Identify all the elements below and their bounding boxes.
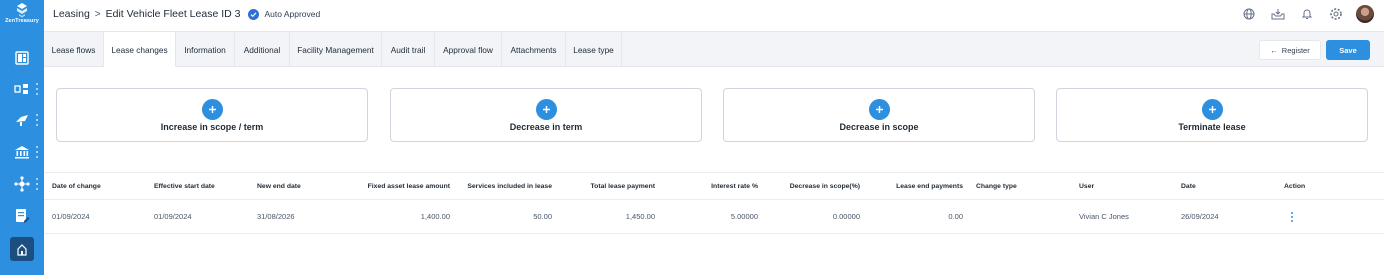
column-header-date-of-change[interactable]: Date of change xyxy=(52,173,101,200)
save-button[interactable]: Save xyxy=(1326,40,1370,60)
column-header-interest-rate[interactable]: Interest rate % xyxy=(657,173,758,200)
row-actions-kebab-icon[interactable] xyxy=(1291,212,1294,222)
column-header-total-lease-payment[interactable]: Total lease payment xyxy=(554,173,655,200)
top-header: Leasing > Edit Vehicle Fleet Lease ID 3 … xyxy=(44,0,1384,31)
sidebar-item-bank[interactable] xyxy=(0,139,44,165)
register-label: Register xyxy=(1281,45,1310,55)
card-label: Decrease in term xyxy=(509,122,583,132)
avatar[interactable] xyxy=(1356,5,1374,23)
sidebar-more-icon[interactable] xyxy=(35,114,39,126)
column-header-lease-end-payments[interactable]: Lease end payments xyxy=(862,173,963,200)
brand-logo[interactable]: ZenTreasury xyxy=(0,0,44,32)
card-decrease-scope[interactable]: Decrease in scope xyxy=(723,88,1035,142)
sidebar-more-icon[interactable] xyxy=(35,146,39,158)
card-increase-scope-term[interactable]: Increase in scope / term xyxy=(56,88,368,142)
leasing-icon xyxy=(17,244,27,256)
cell-date: 26/09/2024 xyxy=(1181,212,1219,221)
inbox-icon[interactable] xyxy=(1269,5,1287,23)
sidebar-more-icon[interactable] xyxy=(35,83,39,95)
tab-attachments[interactable]: Attachments xyxy=(502,32,566,67)
cell-lease-end-payments: 0.00 xyxy=(948,212,963,221)
status-text: Auto Approved xyxy=(264,9,321,19)
cell-effective-start-date: 01/09/2024 xyxy=(154,212,192,221)
status-badge: Auto Approved xyxy=(248,8,321,20)
sidebar-item-transactions[interactable] xyxy=(0,76,44,102)
tab-approval-flow[interactable]: Approval flow xyxy=(435,32,502,67)
sidebar: ZenTreasury xyxy=(0,0,44,275)
plus-icon[interactable] xyxy=(1202,99,1223,120)
breadcrumb-root[interactable]: Leasing xyxy=(53,8,90,20)
cell-user: Vivian C Jones xyxy=(1079,212,1129,221)
dashboard-icon xyxy=(15,51,29,65)
tab-lease-changes[interactable]: Lease changes xyxy=(104,32,176,67)
tab-lease-type[interactable]: Lease type xyxy=(566,32,622,67)
cell-date-of-change: 01/09/2024 xyxy=(52,212,90,221)
cell-decrease-in-scope: 0.00000 xyxy=(832,212,860,221)
plus-icon[interactable] xyxy=(536,99,557,120)
column-header-action: Action xyxy=(1284,183,1306,190)
tab-bar: Lease flows Lease changes Information Ad… xyxy=(44,31,1384,67)
cell-fixed-asset-lease-amount: 1,400.00 xyxy=(420,212,450,221)
bell-icon[interactable] xyxy=(1298,5,1316,23)
tab-lease-flows[interactable]: Lease flows xyxy=(44,32,104,67)
sidebar-more-icon[interactable] xyxy=(35,178,39,190)
table-header: Date of change Effective start date New … xyxy=(44,172,1384,200)
logo-icon xyxy=(17,3,27,18)
tab-additional[interactable]: Additional xyxy=(235,32,290,67)
register-button[interactable]: ← Register xyxy=(1259,40,1321,60)
check-circle-icon xyxy=(248,8,260,20)
gear-icon[interactable] xyxy=(1327,5,1345,23)
plus-icon[interactable] xyxy=(869,99,890,120)
plus-icon[interactable] xyxy=(202,99,223,120)
cell-interest-rate: 5.00000 xyxy=(730,212,758,221)
table-row[interactable]: 01/09/2024 01/09/2024 31/08/2026 1,400.0… xyxy=(44,200,1384,234)
cell-total-lease-payment: 1,450.00 xyxy=(625,212,655,221)
tab-audit-trail[interactable]: Audit trail xyxy=(382,32,435,67)
tab-facility-management[interactable]: Facility Management xyxy=(290,32,382,67)
card-decrease-term[interactable]: Decrease in term xyxy=(390,88,702,142)
card-label: Decrease in scope xyxy=(839,122,919,132)
breadcrumb-separator-icon: > xyxy=(94,8,101,20)
analytics-icon xyxy=(16,115,28,126)
sidebar-item-leasing[interactable] xyxy=(0,236,44,262)
report-edit-icon xyxy=(16,209,30,223)
bank-icon xyxy=(15,146,29,159)
column-header-effective-start-date[interactable]: Effective start date xyxy=(154,173,215,200)
column-header-services-included[interactable]: Services included in lease xyxy=(452,173,552,200)
column-header-new-end-date[interactable]: New end date xyxy=(257,173,301,200)
sidebar-item-dashboard[interactable] xyxy=(0,45,44,71)
brand-name: ZenTreasury xyxy=(5,18,39,24)
header-icons xyxy=(1229,5,1374,23)
column-header-user[interactable]: User xyxy=(1079,173,1094,200)
globe-icon[interactable] xyxy=(1240,5,1258,23)
sidebar-item-report-edit[interactable] xyxy=(0,203,44,229)
transactions-icon xyxy=(14,84,28,94)
network-icon xyxy=(14,176,30,192)
tab-information[interactable]: Information xyxy=(176,32,235,67)
app: ZenTreasury Leasing > Edit Vehicle Fleet… xyxy=(0,0,1384,275)
column-header-fixed-asset-lease-amount[interactable]: Fixed asset lease amount xyxy=(344,173,450,200)
sidebar-item-analytics[interactable] xyxy=(0,107,44,133)
column-header-date[interactable]: Date xyxy=(1181,173,1196,200)
card-terminate-lease[interactable]: Terminate lease xyxy=(1056,88,1368,142)
cell-new-end-date: 31/08/2026 xyxy=(257,212,295,221)
breadcrumb: Leasing > Edit Vehicle Fleet Lease ID 3 … xyxy=(53,8,320,20)
cell-services-included: 50.00 xyxy=(533,212,552,221)
column-header-change-type[interactable]: Change type xyxy=(976,173,1017,200)
arrow-left-icon: ← xyxy=(1270,45,1278,55)
page-title: Edit Vehicle Fleet Lease ID 3 xyxy=(105,8,241,20)
sidebar-active-indicator xyxy=(10,237,34,261)
sidebar-item-network[interactable] xyxy=(0,171,44,197)
card-label: Terminate lease xyxy=(1178,122,1246,132)
column-header-decrease-in-scope[interactable]: Decrease in scope(%) xyxy=(760,173,860,200)
card-label: Increase in scope / term xyxy=(160,122,264,132)
